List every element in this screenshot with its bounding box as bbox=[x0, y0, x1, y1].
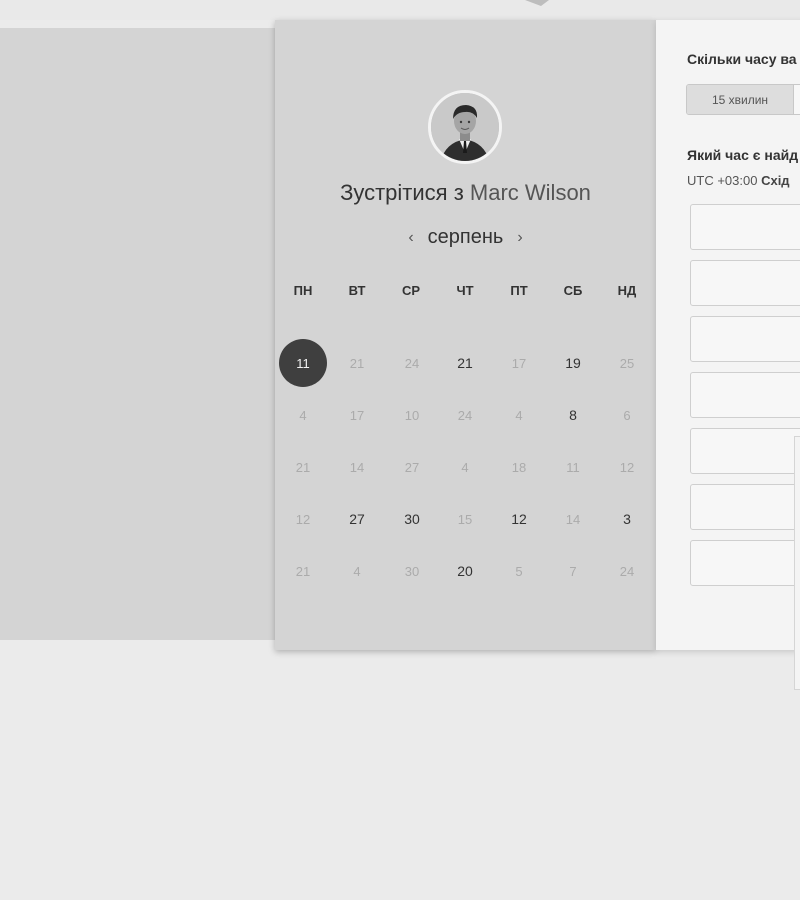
time-slot-button[interactable] bbox=[690, 428, 800, 474]
calendar-day: 15 bbox=[457, 511, 473, 527]
booking-panel: Скільки часу ва 15 хвилин Який час є най… bbox=[656, 20, 800, 650]
duration-option-button[interactable] bbox=[794, 85, 800, 114]
calendar-day[interactable]: 19 bbox=[549, 339, 597, 387]
calendar-day[interactable]: 21 bbox=[441, 339, 489, 387]
calendar-day: 7 bbox=[569, 563, 577, 579]
timezone-offset: UTC +03:00 bbox=[687, 173, 758, 188]
scheduler-panel: Зустрітися з Marc Wilson ‹ серпень › ПН … bbox=[275, 20, 656, 650]
calendar-day: 18 bbox=[511, 459, 527, 475]
weekday-label: ЧТ bbox=[456, 283, 474, 298]
time-slot-button[interactable] bbox=[690, 540, 800, 586]
weekday-label: ВТ bbox=[348, 283, 366, 298]
time-slot-button[interactable] bbox=[690, 204, 800, 250]
month-label: серпень bbox=[427, 226, 504, 248]
calendar-day: 24 bbox=[457, 407, 473, 423]
weekday-label: СР bbox=[401, 283, 421, 298]
pointer-fragment-icon bbox=[525, 0, 549, 6]
host-name: Marc Wilson bbox=[469, 180, 591, 205]
popup-panel-edge bbox=[794, 436, 800, 690]
calendar-grid: 11 21 24 21 17 19 25 4 17 10 24 4 8 6 21 14 27 4 18 11 12 12 2… bbox=[275, 318, 656, 579]
calendar-day: 17 bbox=[511, 355, 527, 371]
calendar-day: 21 bbox=[295, 563, 311, 579]
calendar-day[interactable]: 3 bbox=[603, 495, 651, 543]
duration-question: Скільки часу ва bbox=[687, 51, 797, 67]
calendar-day: 10 bbox=[404, 407, 420, 423]
weekday-label: ПТ bbox=[510, 283, 528, 298]
weekday-header: ПН ВТ СР ЧТ ПТ СБ НД bbox=[275, 283, 656, 303]
calendar-day: 12 bbox=[619, 459, 635, 475]
calendar-day: 12 bbox=[295, 511, 311, 527]
weekday-label: СБ bbox=[563, 283, 583, 298]
calendar-day: 21 bbox=[295, 459, 311, 475]
time-question: Який час є найд bbox=[687, 147, 799, 163]
calendar-day: 24 bbox=[404, 355, 420, 371]
calendar-day: 4 bbox=[515, 407, 523, 423]
calendar-day[interactable]: 27 bbox=[333, 495, 381, 543]
calendar-day: 25 bbox=[619, 355, 635, 371]
timezone-name: Схід bbox=[761, 173, 790, 188]
calendar-day: 21 bbox=[349, 355, 365, 371]
calendar-day[interactable]: 12 bbox=[495, 495, 543, 543]
time-slot-button[interactable] bbox=[690, 316, 800, 362]
duration-option-button[interactable]: 15 хвилин bbox=[687, 85, 794, 114]
weekday-label: НД bbox=[617, 283, 637, 298]
calendar-day: 27 bbox=[404, 459, 420, 475]
calendar-day: 4 bbox=[353, 563, 361, 579]
selected-day[interactable]: 11 bbox=[279, 339, 327, 387]
chevron-right-icon[interactable]: › bbox=[517, 229, 522, 247]
calendar-day: 4 bbox=[461, 459, 469, 475]
calendar-day: 30 bbox=[404, 563, 420, 579]
calendar-day: 14 bbox=[349, 459, 365, 475]
title-prefix: Зустрітися з bbox=[340, 180, 464, 205]
calendar-day: 11 bbox=[566, 459, 580, 475]
timezone-label[interactable]: UTC +03:00 Схід bbox=[687, 173, 790, 188]
calendar-day: 24 bbox=[619, 563, 635, 579]
duration-selector: 15 хвилин bbox=[686, 84, 800, 115]
time-slot-button[interactable] bbox=[690, 372, 800, 418]
time-slot-button[interactable] bbox=[690, 484, 800, 530]
calendar-day: 17 bbox=[349, 407, 365, 423]
calendar-day: 5 bbox=[515, 563, 523, 579]
background-panel bbox=[0, 28, 276, 640]
chevron-left-icon[interactable]: ‹ bbox=[408, 229, 413, 247]
calendar-day[interactable]: 30 bbox=[388, 495, 436, 543]
calendar-day[interactable]: 20 bbox=[441, 547, 489, 595]
person-portrait-icon bbox=[431, 93, 499, 161]
calendar-day: 6 bbox=[623, 407, 631, 423]
calendar-day[interactable]: 8 bbox=[549, 391, 597, 439]
time-slot-button[interactable] bbox=[690, 260, 800, 306]
month-navigation: ‹ серпень › bbox=[275, 226, 656, 249]
calendar-day: 4 bbox=[299, 407, 307, 423]
calendar-day: 14 bbox=[565, 511, 581, 527]
top-strip bbox=[0, 0, 800, 20]
host-avatar bbox=[428, 90, 502, 164]
scheduler-title: Зустрітися з Marc Wilson bbox=[275, 180, 656, 206]
weekday-label: ПН bbox=[293, 283, 313, 298]
